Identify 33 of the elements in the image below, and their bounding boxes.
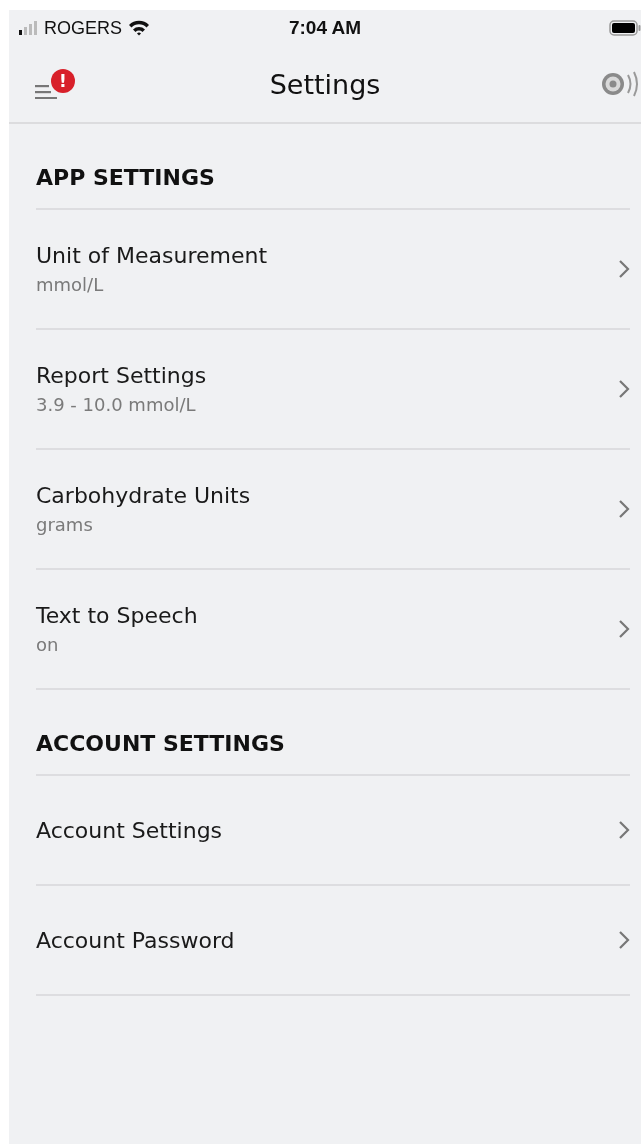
page-title: Settings xyxy=(269,68,381,100)
signal-icon xyxy=(19,21,38,35)
wifi-icon xyxy=(128,20,150,36)
setting-value: grams xyxy=(36,514,94,535)
setting-label: Report Settings xyxy=(36,363,207,388)
settings-row[interactable]: Account Password xyxy=(36,886,630,996)
chevron-icon xyxy=(618,619,630,639)
settings-row[interactable]: Unit of Measurement mmol/L xyxy=(36,210,630,330)
settings-row[interactable]: Report Settings 3.9 - 10.0 mmol/L xyxy=(36,330,630,450)
chevron-icon xyxy=(618,379,630,399)
setting-value: on xyxy=(36,634,60,655)
carrier-name: ROGERS xyxy=(44,17,122,39)
clock-time: 7:04 AM xyxy=(288,17,362,39)
chevron-icon xyxy=(618,499,630,519)
chevron-icon xyxy=(618,930,630,950)
setting-label: Unit of Measurement xyxy=(36,243,267,268)
setting-label: Text to Speech xyxy=(36,603,198,628)
settings-row[interactable]: Account Settings xyxy=(36,776,630,886)
battery-icon xyxy=(609,20,641,36)
section-header: ACCOUNT SETTINGS xyxy=(36,730,285,756)
alert-badge: ! xyxy=(51,69,75,93)
setting-label: Carbohydrate Units xyxy=(36,483,251,508)
settings-row[interactable]: Text to Speech on xyxy=(36,570,630,690)
section-header: APP SETTINGS xyxy=(36,164,215,190)
setting-label: Account Password xyxy=(36,927,235,953)
speaker-icon[interactable] xyxy=(599,69,641,99)
setting-label: Account Settings xyxy=(36,817,223,843)
menu-icon[interactable] xyxy=(35,83,57,99)
setting-value: mmol/L xyxy=(36,274,105,295)
settings-row[interactable]: Carbohydrate Units grams xyxy=(36,450,630,570)
chevron-icon xyxy=(618,259,630,279)
setting-value: 3.9 - 10.0 mmol/L xyxy=(36,394,197,415)
chevron-icon xyxy=(618,820,630,840)
